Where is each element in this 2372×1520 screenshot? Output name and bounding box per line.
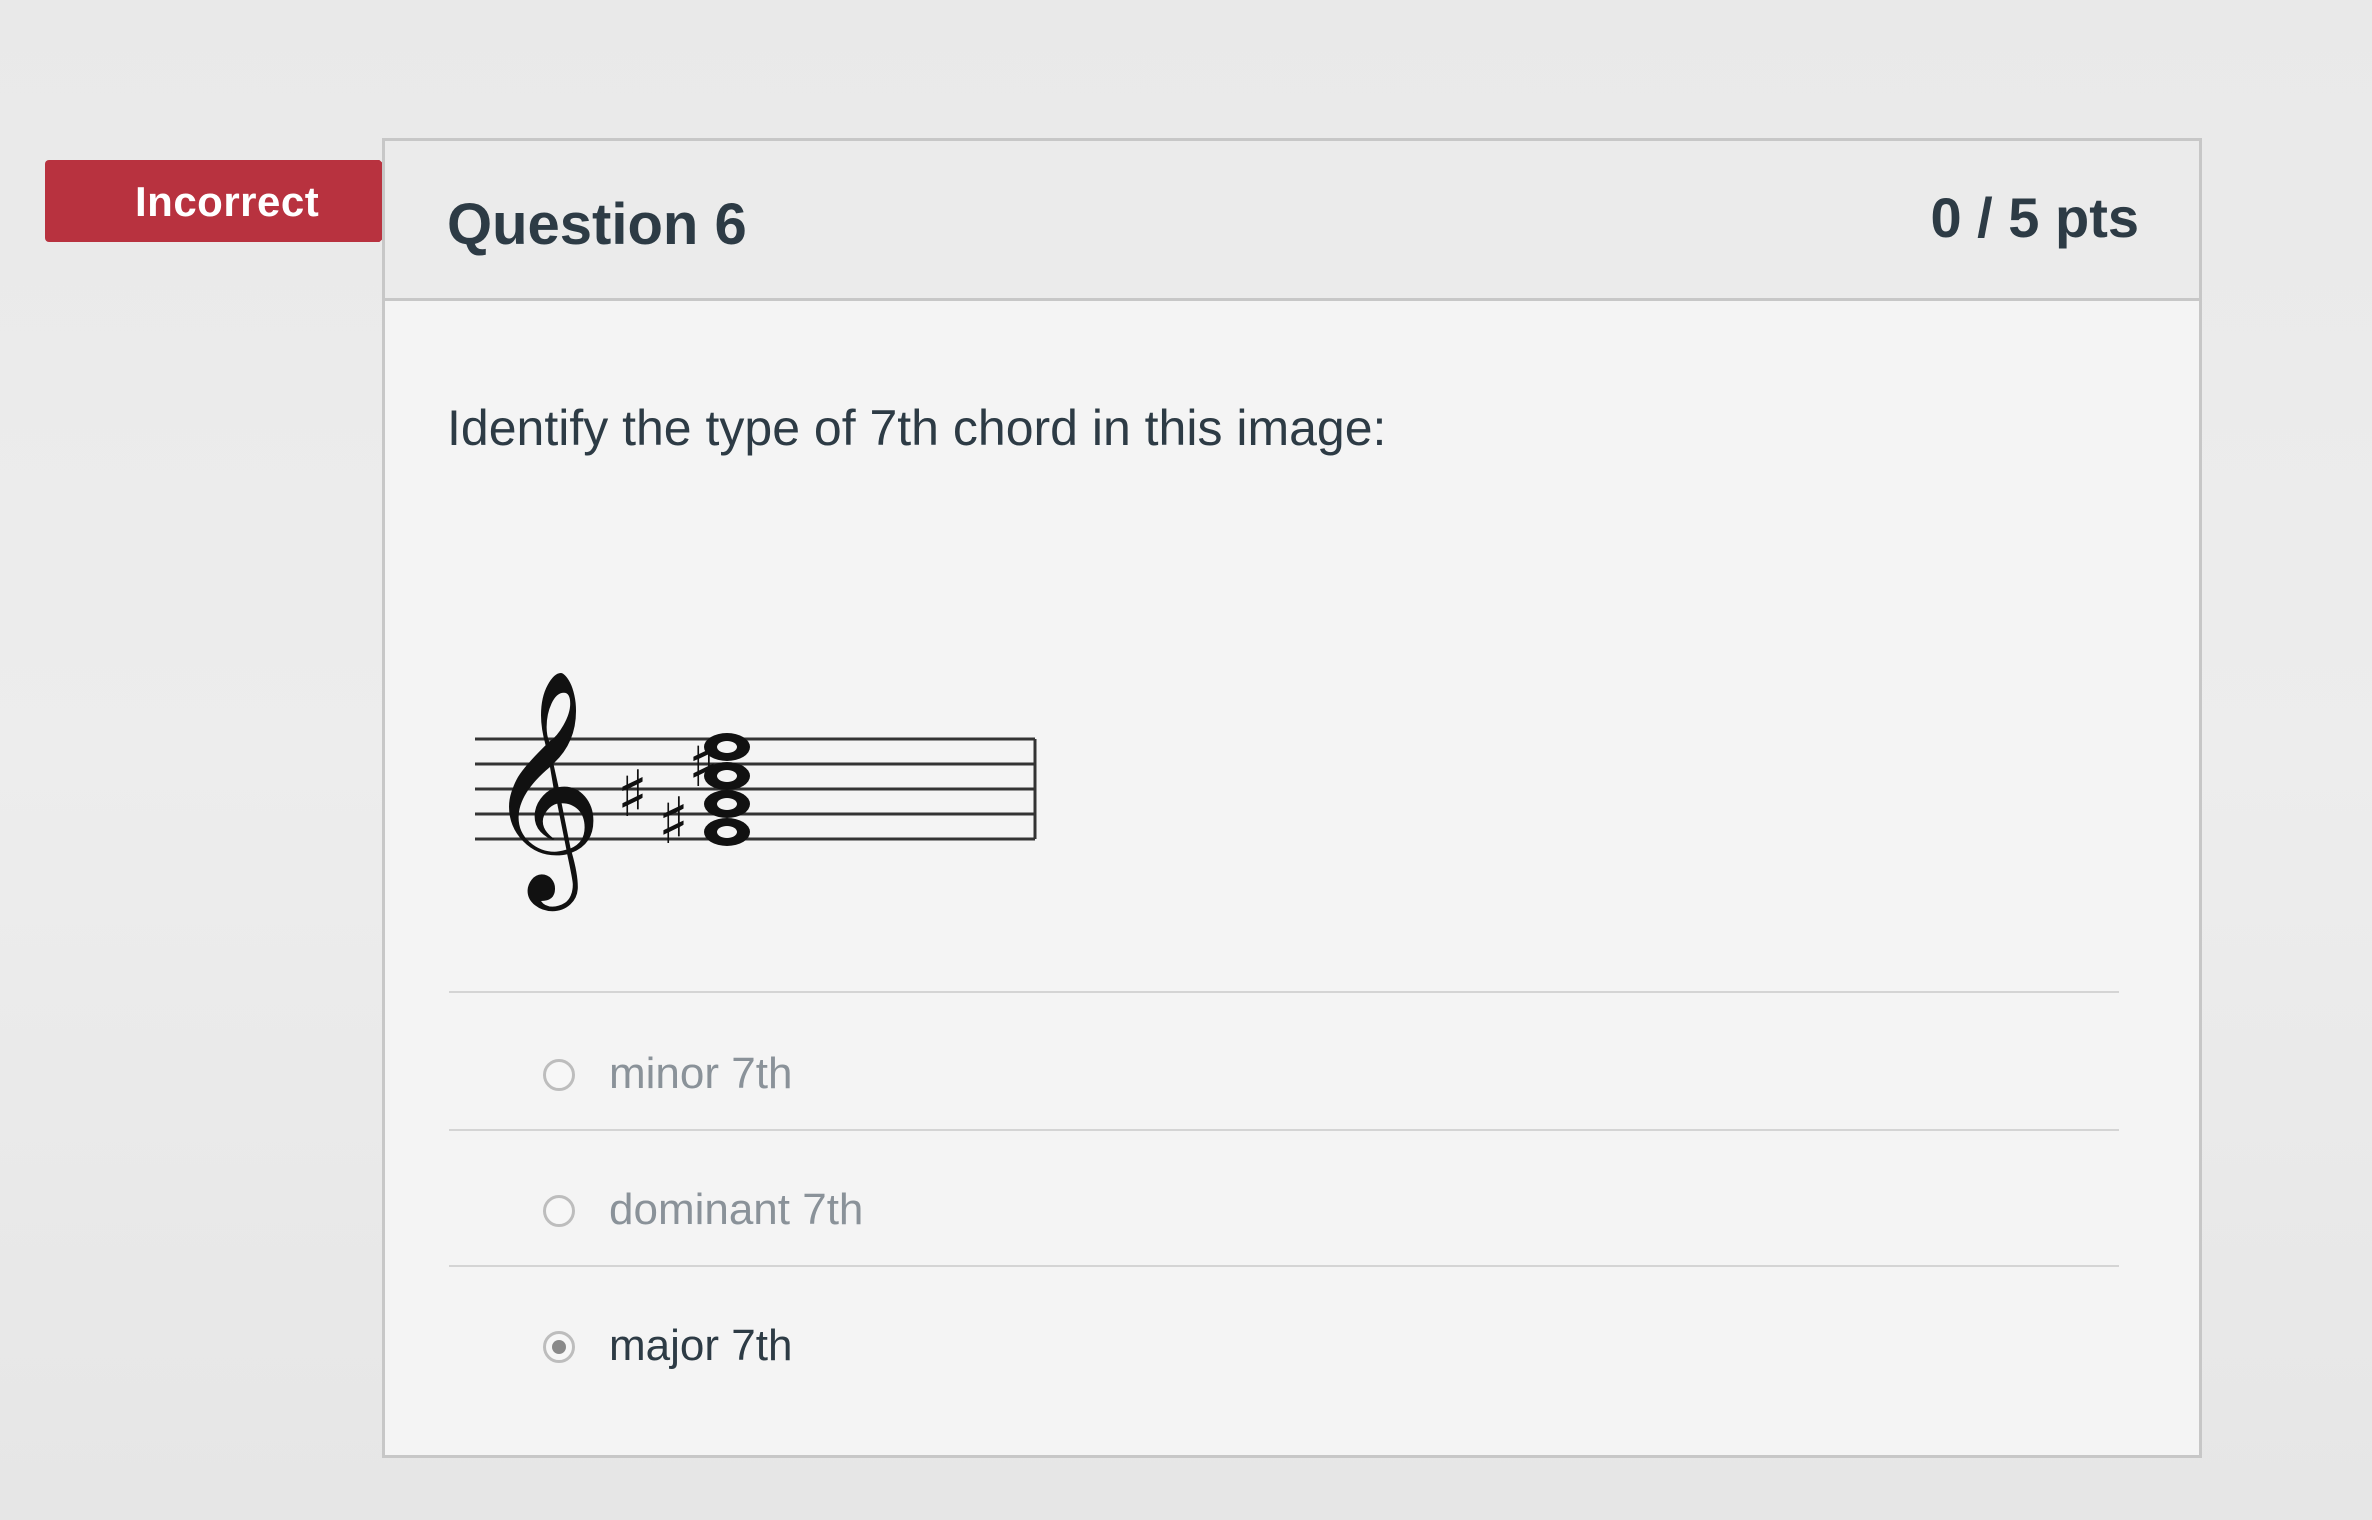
question-title: Question 6 [447, 192, 747, 257]
question-prompt: Identify the type of 7th chord in this i… [447, 400, 1387, 456]
answer-divider [449, 1129, 2119, 1131]
answer-option-minor-7th[interactable]: minor 7th [449, 1031, 2119, 1151]
answer-option-major-7th[interactable]: major 7th [449, 1303, 2119, 1423]
radio-button-major-7th[interactable] [543, 1331, 575, 1363]
answer-divider [449, 1265, 2119, 1267]
radio-button-dominant-7th[interactable] [543, 1195, 575, 1227]
sharp-icon: ♯ [617, 758, 648, 832]
question-header: Question 6 0 / 5 pts [385, 141, 2199, 301]
answer-divider [449, 991, 2119, 993]
answer-label-minor-7th[interactable]: minor 7th [609, 1049, 792, 1099]
answer-option-dominant-7th[interactable]: dominant 7th [449, 1167, 2119, 1287]
answer-label-major-7th[interactable]: major 7th [609, 1321, 792, 1371]
radio-button-minor-7th[interactable] [543, 1059, 575, 1091]
music-staff-image: 𝄞 ♯ ♯ ♯ [475, 668, 1037, 911]
question-points: 0 / 5 pts [1930, 186, 2139, 249]
treble-clef-icon: 𝄞 [485, 668, 603, 911]
incorrect-flag-label: Incorrect [135, 178, 320, 225]
incorrect-flag: Incorrect [45, 160, 425, 242]
question-card: Question 6 0 / 5 pts Identify the type o… [382, 138, 2202, 1458]
sharp-icon: ♯ [658, 785, 689, 859]
answer-label-dominant-7th[interactable]: dominant 7th [609, 1185, 863, 1235]
